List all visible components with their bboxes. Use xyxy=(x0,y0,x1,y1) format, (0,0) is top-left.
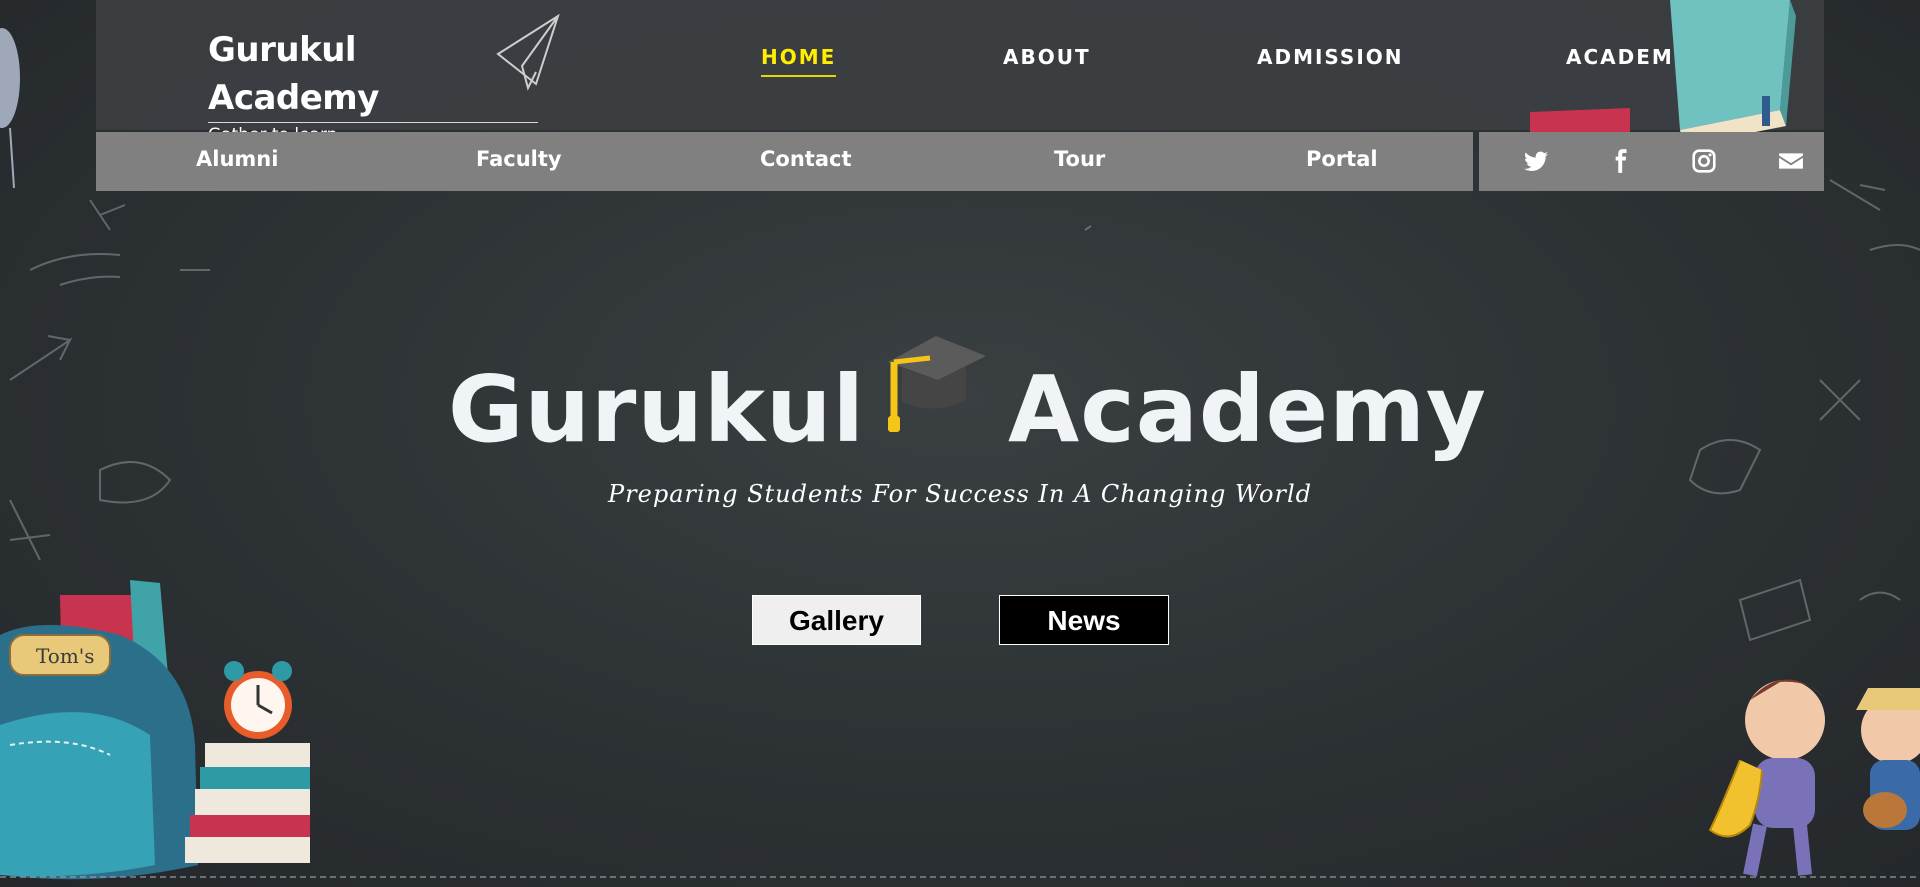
twitter-icon[interactable] xyxy=(1523,148,1549,174)
secondary-nav: Alumni Faculty Contact Tour Portal xyxy=(96,132,1473,191)
nav-admission[interactable]: ADMISSION xyxy=(1257,45,1404,75)
facebook-icon[interactable] xyxy=(1607,148,1633,174)
nav-home[interactable]: HOME xyxy=(761,45,837,77)
balloon-illustration xyxy=(0,28,20,188)
envelope-icon[interactable] xyxy=(1778,148,1804,174)
graduation-cap-icon xyxy=(888,336,986,432)
backpack-illustration: Tom's xyxy=(0,580,310,880)
hero-title-word-2: Academy xyxy=(1008,356,1487,463)
hero-subtitle: Preparing Students For Success In A Chan… xyxy=(608,480,1312,508)
musicians-illustration xyxy=(1708,679,1920,877)
hero-title-word-1: Gurukul xyxy=(448,356,866,463)
nav-about[interactable]: ABOUT xyxy=(1003,45,1091,75)
subnav-contact[interactable]: Contact xyxy=(760,147,852,171)
news-button[interactable]: News xyxy=(999,595,1169,645)
instagram-icon[interactable] xyxy=(1691,148,1717,174)
subnav-faculty[interactable]: Faculty xyxy=(476,147,562,171)
subnav-alumni[interactable]: Alumni xyxy=(196,147,278,171)
brand-logo[interactable]: Gurukul Academy Gather to learn xyxy=(208,26,538,145)
gallery-button[interactable]: Gallery xyxy=(752,595,921,645)
social-links xyxy=(1479,132,1824,191)
subnav-portal[interactable]: Portal xyxy=(1306,147,1378,171)
backpack-tag: Tom's xyxy=(36,644,95,668)
chalk-ledge xyxy=(0,876,1920,878)
subnav-tour[interactable]: Tour xyxy=(1054,147,1105,171)
